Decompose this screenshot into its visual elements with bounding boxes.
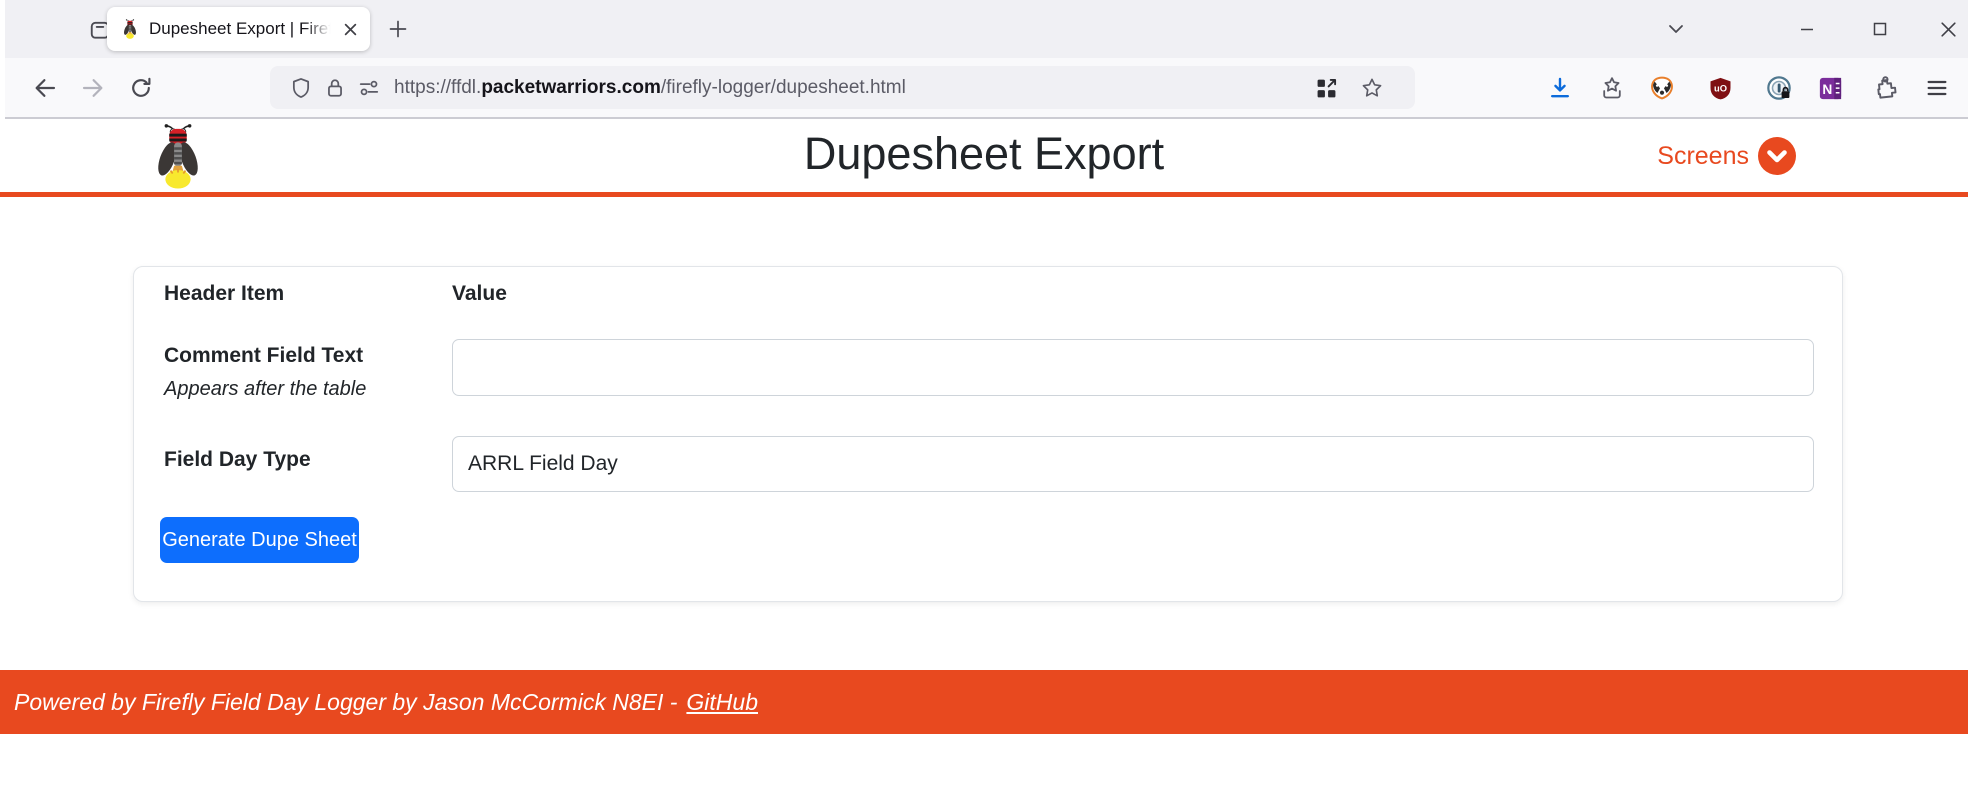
- url-scheme: https://ffdl.: [394, 77, 481, 98]
- new-tab-button[interactable]: [383, 14, 413, 44]
- comment-field-input[interactable]: [452, 339, 1814, 396]
- back-icon[interactable]: [27, 70, 63, 106]
- browser-window: Dupesheet Export | Firefly Field: [0, 0, 1968, 810]
- field-day-type-label: Field Day Type: [164, 448, 311, 472]
- window-close-button[interactable]: [1931, 12, 1965, 46]
- hamburger-menu-icon[interactable]: [1919, 70, 1955, 106]
- downloads-icon[interactable]: [1542, 70, 1578, 106]
- page-header: Dupesheet Export Screens: [0, 119, 1968, 192]
- screens-menu[interactable]: Screens: [1657, 137, 1796, 175]
- url-path: /firefly-logger/dupesheet.html: [661, 77, 906, 98]
- github-link[interactable]: GitHub: [686, 689, 758, 715]
- footer-text: Powered by Firefly Field Day Logger by J…: [14, 689, 677, 715]
- tab-bar: Dupesheet Export | Firefly Field: [5, 0, 1968, 58]
- list-all-tabs-chevron-icon[interactable]: [1660, 13, 1692, 45]
- main-content: Header Item Value Comment Field Text App…: [0, 197, 1968, 670]
- bookmark-star-icon[interactable]: [1355, 71, 1389, 105]
- tab-title-fade: [305, 11, 337, 47]
- screens-menu-label: Screens: [1657, 142, 1749, 171]
- column-header-item: Header Item: [164, 282, 284, 306]
- firefly-favicon: [120, 19, 140, 39]
- extensions-puzzle-icon[interactable]: [1868, 70, 1904, 106]
- tracking-shield-icon[interactable]: [284, 71, 318, 105]
- field-day-type-input[interactable]: [452, 436, 1814, 492]
- window-minimize-button[interactable]: [1790, 12, 1824, 46]
- active-tab[interactable]: Dupesheet Export | Firefly Field: [107, 7, 370, 51]
- window-maximize-button[interactable]: [1863, 12, 1897, 46]
- url-bar[interactable]: https://ffdl.packetwarriors.com/firefly-…: [270, 66, 1415, 109]
- comment-field-label: Comment Field Text: [164, 344, 363, 368]
- addon-star-icon[interactable]: [1594, 70, 1630, 106]
- reload-icon[interactable]: [123, 70, 159, 106]
- generate-dupe-sheet-button[interactable]: Generate Dupe Sheet: [160, 517, 359, 563]
- onepassword-icon[interactable]: [1761, 70, 1797, 106]
- comment-field-hint: Appears after the table: [164, 378, 366, 401]
- forward-icon[interactable]: [75, 70, 111, 106]
- onenote-clipper-icon[interactable]: N: [1812, 70, 1848, 106]
- column-header-value: Value: [452, 282, 507, 306]
- page-footer: Powered by Firefly Field Day Logger by J…: [0, 670, 1968, 734]
- svg-text:N: N: [1822, 81, 1832, 96]
- privacy-badger-icon[interactable]: [1644, 70, 1680, 106]
- navigation-toolbar: https://ffdl.packetwarriors.com/firefly-…: [5, 58, 1968, 119]
- export-settings-card: Header Item Value Comment Field Text App…: [133, 266, 1843, 602]
- page-action-squares-icon[interactable]: [1309, 71, 1343, 105]
- lock-icon[interactable]: [318, 71, 352, 105]
- svg-text:uO: uO: [1714, 83, 1727, 93]
- ublock-origin-icon[interactable]: uO: [1702, 70, 1738, 106]
- permissions-icon[interactable]: [352, 71, 386, 105]
- url-domain: packetwarriors.com: [481, 77, 661, 98]
- tab-close-icon[interactable]: [337, 16, 363, 42]
- url-text[interactable]: https://ffdl.packetwarriors.com/firefly-…: [394, 77, 906, 99]
- screens-chevron-icon[interactable]: [1758, 137, 1796, 175]
